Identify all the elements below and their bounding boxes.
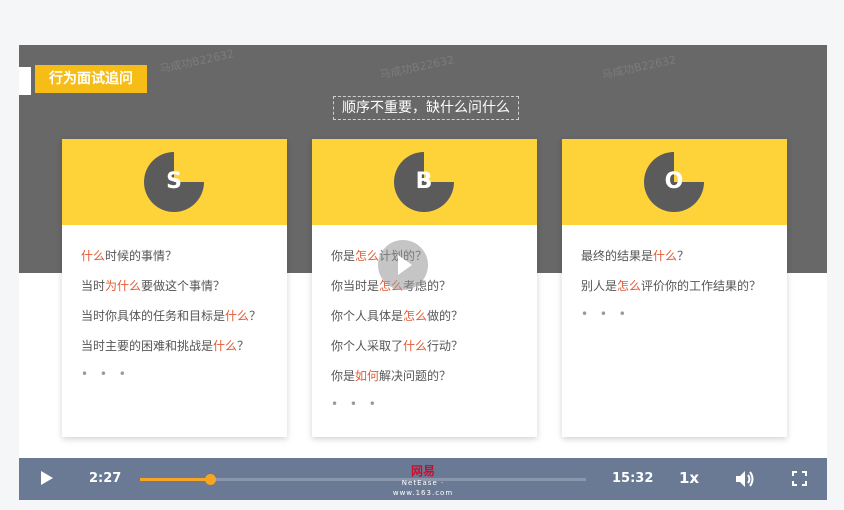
question-item: 当时为什么要做这个事情？ <box>81 277 281 307</box>
question-text: 你是 <box>331 249 356 263</box>
progress-handle[interactable] <box>205 474 217 485</box>
fullscreen-icon[interactable] <box>792 471 807 486</box>
center-play-button[interactable] <box>378 240 428 290</box>
volume-icon[interactable] <box>735 470 755 488</box>
question-keyword: 什么 <box>81 249 106 263</box>
question-text: ？ <box>237 339 250 353</box>
slide-subtitle: 顺序不重要，缺什么问什么 <box>333 96 519 120</box>
pie-emblem-icon: B <box>394 152 456 212</box>
play-button[interactable] <box>41 471 53 485</box>
video-stage[interactable]: 马成功B22632 马成功B22632 马成功B22632 马成功B22632 … <box>19 45 827 500</box>
question-text: 要做这个事情？ <box>141 279 226 293</box>
question-text: 当时 <box>81 279 106 293</box>
question-list: 什么时候的事情？ 当时为什么要做这个事情？ 当时你具体的任务和目标是什么？ 当时主要的… <box>81 247 281 381</box>
question-keyword: 怎么 <box>617 279 642 293</box>
question-item: 别人是怎么评价你的工作结果的？ <box>581 277 781 307</box>
question-text: 当时你具体的任务和目标是 <box>81 309 226 323</box>
question-item: 什么时候的事情？ <box>81 247 281 277</box>
question-item: 最终的结果是什么？ <box>581 247 781 277</box>
question-text: 你当时是 <box>331 279 380 293</box>
card-letter: O <box>664 169 684 194</box>
title-accent-bar <box>19 67 31 95</box>
question-item: 你个人采取了什么行动？ <box>331 337 531 367</box>
question-item: 你是怎么计划的？ <box>331 247 531 277</box>
card-header: O <box>562 139 787 225</box>
question-keyword: 怎么 <box>403 309 428 323</box>
question-text: ？ <box>677 249 690 263</box>
question-text: 你个人采取了 <box>331 339 404 353</box>
play-icon <box>398 255 412 275</box>
question-list: 最终的结果是什么？ 别人是怎么评价你的工作结果的？ • • • <box>581 247 781 321</box>
card-s: S 什么时候的事情？ 当时为什么要做这个事情？ 当时你具体的任务和目标是什么？ 当时主… <box>62 139 287 437</box>
question-text: 你个人具体是 <box>331 309 404 323</box>
card-header: S <box>62 139 287 225</box>
progress-bar[interactable] <box>140 474 586 485</box>
question-text: ？ <box>249 309 262 323</box>
question-keyword: 什么 <box>225 309 250 323</box>
question-text: 评价你的工作结果的？ <box>641 279 762 293</box>
more-dots: • • • <box>81 367 130 381</box>
logo-main-text: 网易 <box>410 464 435 478</box>
question-text: 你是 <box>331 369 356 383</box>
question-keyword: 什么 <box>213 339 238 353</box>
question-text: 解决问题的？ <box>379 369 452 383</box>
question-text: 做的？ <box>427 309 464 323</box>
question-item: 你个人具体是怎么做的？ <box>331 307 531 337</box>
card-letter: B <box>415 169 433 194</box>
question-text: 别人是 <box>581 279 618 293</box>
card-letter: S <box>166 169 182 194</box>
current-time: 2:27 <box>89 471 122 486</box>
question-item: 你是如何解决问题的？ <box>331 367 531 397</box>
logo-sub-text: NetEase · www.163.com <box>392 479 454 497</box>
question-text: 行动？ <box>427 339 464 353</box>
question-keyword: 怎么 <box>355 249 380 263</box>
more-dots: • • • <box>581 307 630 321</box>
more-dots: • • • <box>331 397 380 411</box>
question-item: 你当时是怎么考虑的？ <box>331 277 531 307</box>
pie-emblem-icon: S <box>144 152 206 212</box>
card-b: B 你是怎么计划的？你当时是怎么考虑的？你个人具体是怎么做的？你个人采取了什么行… <box>312 139 537 437</box>
question-list: 你是怎么计划的？你当时是怎么考虑的？你个人具体是怎么做的？你个人采取了什么行动？… <box>331 247 531 411</box>
question-item: 当时你具体的任务和目标是什么？ <box>81 307 281 337</box>
duration: 15:32 <box>612 471 654 486</box>
question-keyword: 如何 <box>355 369 380 383</box>
netease-logo: 网易 NetEase · www.163.com <box>386 464 460 497</box>
question-text: 时候的事情？ <box>105 249 178 263</box>
card-header: B <box>312 139 537 225</box>
question-keyword: 什么 <box>403 339 428 353</box>
player-controls: 2:27 网易 NetEase · www.163.com 15:32 1x <box>19 458 827 500</box>
question-text: 最终的结果是 <box>581 249 654 263</box>
question-item: 当时主要的困难和挑战是什么？ <box>81 337 281 367</box>
question-keyword: 为什么 <box>105 279 142 293</box>
card-o: O 最终的结果是什么？ 别人是怎么评价你的工作结果的？ • • • <box>562 139 787 437</box>
slide-title: 行为面试追问 <box>35 65 147 93</box>
question-keyword: 什么 <box>653 249 678 263</box>
pie-emblem-icon: O <box>644 152 706 212</box>
playback-speed-button[interactable]: 1x <box>679 469 699 487</box>
question-text: 当时主要的困难和挑战是 <box>81 339 214 353</box>
progress-fill <box>140 478 211 481</box>
